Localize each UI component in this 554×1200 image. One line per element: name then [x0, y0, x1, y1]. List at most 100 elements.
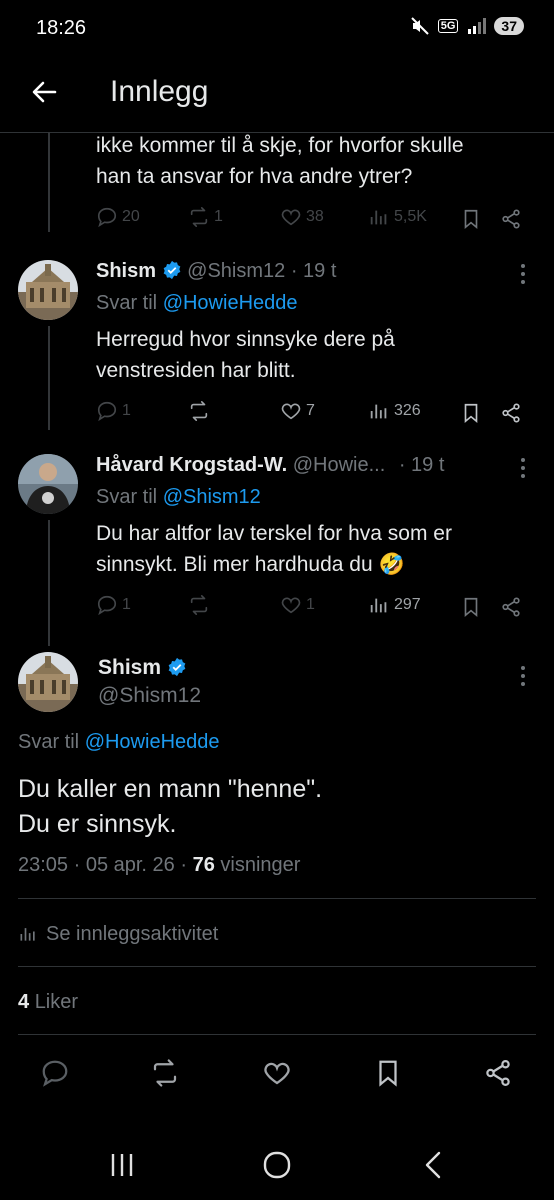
repost-button[interactable]: 1	[188, 206, 223, 228]
author-handle[interactable]: @Howie...	[293, 454, 386, 476]
mute-icon	[411, 17, 429, 35]
reply-to-line: Svar til @HowieHedde	[96, 290, 298, 316]
divider	[18, 898, 536, 899]
repost-button[interactable]	[188, 594, 214, 616]
share-icon[interactable]	[483, 1058, 513, 1088]
avatar[interactable]	[18, 454, 78, 514]
thread-line	[48, 326, 50, 430]
tweet-line2: venstresiden har blitt.	[96, 359, 296, 382]
share-icon[interactable]	[500, 402, 522, 424]
main-tweet-line2: Du er sinnsyk.	[18, 810, 177, 838]
post-activity-link[interactable]: Se innleggsaktivitet	[18, 921, 218, 947]
views-count: 5,5K	[394, 208, 427, 225]
author-name[interactable]: Håvard Krogstad-W.	[96, 454, 287, 476]
author-handle[interactable]: @Shism12	[187, 260, 285, 282]
views-count: 76	[192, 854, 215, 876]
reply-to-link[interactable]: @HowieHedde	[85, 731, 220, 753]
avatar[interactable]	[18, 652, 78, 712]
more-options-icon[interactable]	[513, 664, 533, 688]
reply-count: 1	[122, 402, 131, 419]
reply-to-link[interactable]: @Shism12	[163, 486, 261, 508]
author-name[interactable]: Shism	[98, 656, 161, 679]
signal-icon	[468, 18, 487, 34]
views-button[interactable]: 326	[368, 400, 421, 422]
reply-button[interactable]: 20	[96, 206, 140, 228]
bookmark-icon[interactable]	[460, 596, 482, 618]
reply-icon	[97, 207, 117, 228]
avatar-image	[18, 454, 78, 514]
reply-icon	[97, 401, 117, 422]
tweet-top-actions: 20 1 38 5,5K	[96, 206, 526, 234]
like-count: 38	[306, 208, 324, 225]
like-count: 7	[306, 402, 315, 419]
like-button[interactable]: 7	[280, 400, 315, 422]
reply-button[interactable]: 1	[96, 594, 131, 616]
tweet-line1: Du har altfor lav terskel for hva som er	[96, 522, 452, 545]
top-bar: Innlegg	[0, 58, 554, 133]
verified-badge-icon	[168, 657, 186, 677]
likes-count: 4	[18, 991, 30, 1013]
avatar[interactable]	[18, 260, 78, 320]
shism-tweet-text: Herregud hvor sinnsyke dere på venstresi…	[96, 324, 395, 386]
bookmark-icon[interactable]	[460, 208, 482, 230]
reply-to-link[interactable]: @HowieHedde	[163, 292, 298, 314]
main-tweet-actions	[0, 1052, 554, 1092]
reply-icon[interactable]	[40, 1058, 70, 1088]
likes-summary[interactable]: 4 Liker	[18, 989, 78, 1015]
shism-actions: 1 7 326	[96, 400, 526, 428]
tweet-time: · 19 t	[398, 454, 445, 476]
reply-icon	[97, 595, 117, 616]
views-count: 297	[394, 596, 421, 613]
thread-line	[48, 132, 50, 232]
heart-icon[interactable]	[262, 1058, 292, 1088]
havard-actions: 1 1 297	[96, 594, 526, 622]
back-arrow-icon[interactable]	[30, 78, 58, 106]
avatar-image	[18, 260, 78, 320]
reply-to-line: Svar til @Shism12	[96, 484, 261, 510]
bookmark-icon[interactable]	[460, 402, 482, 424]
status-bar: 18:26 5G 37	[0, 0, 554, 58]
views-button[interactable]: 297	[368, 594, 421, 616]
back-icon[interactable]	[422, 1150, 444, 1180]
author-handle[interactable]: @Shism12	[98, 682, 201, 710]
reply-prefix: Svar til	[96, 292, 158, 314]
divider	[18, 1034, 536, 1035]
tweet-line2: sinnsykt. Bli mer hardhuda du 🤣	[96, 553, 405, 576]
havard-tweet-text: Du har altfor lav terskel for hva som er…	[96, 518, 452, 580]
repost-count: 1	[214, 208, 223, 225]
status-time: 18:26	[36, 17, 87, 39]
likes-label: Liker	[34, 991, 79, 1013]
heart-icon	[281, 209, 301, 226]
main-tweet-text: Du kaller en mann "henne". Du er sinnsyk…	[18, 772, 322, 842]
repost-button[interactable]	[188, 400, 214, 422]
share-icon[interactable]	[500, 208, 522, 230]
status-icons: 5G 37	[410, 16, 524, 36]
views-icon	[370, 404, 387, 419]
tweet-top-line2: han ta ansvar for hva andre ytrer?	[96, 165, 413, 188]
recent-apps-icon[interactable]	[108, 1152, 136, 1178]
more-options-icon[interactable]	[513, 262, 533, 286]
havard-header: Håvard Krogstad-W. @Howie... · 19 t	[96, 452, 516, 478]
more-options-icon[interactable]	[513, 456, 533, 480]
share-icon[interactable]	[500, 596, 522, 618]
views-label: visninger	[220, 854, 301, 876]
thread-line	[48, 520, 50, 646]
reply-prefix: Svar til	[96, 486, 158, 508]
reply-button[interactable]: 1	[96, 400, 131, 422]
timestamp[interactable]: 23:05 · 05 apr. 26 ·	[18, 854, 187, 876]
bookmark-icon[interactable]	[373, 1058, 403, 1088]
views-count: 326	[394, 402, 421, 419]
network-label: 5G	[437, 19, 459, 33]
main-author: Shism @Shism12	[98, 654, 201, 710]
repost-icon	[190, 401, 208, 421]
views-button[interactable]: 5,5K	[368, 206, 427, 228]
like-button[interactable]: 38	[280, 206, 324, 228]
repost-icon	[190, 207, 208, 227]
home-icon[interactable]	[262, 1150, 292, 1180]
like-button[interactable]: 1	[280, 594, 315, 616]
views-icon	[370, 598, 387, 613]
divider	[18, 966, 536, 967]
author-name[interactable]: Shism	[96, 260, 156, 282]
reply-to-line: Svar til @HowieHedde	[18, 729, 220, 755]
repost-icon[interactable]	[150, 1058, 180, 1088]
